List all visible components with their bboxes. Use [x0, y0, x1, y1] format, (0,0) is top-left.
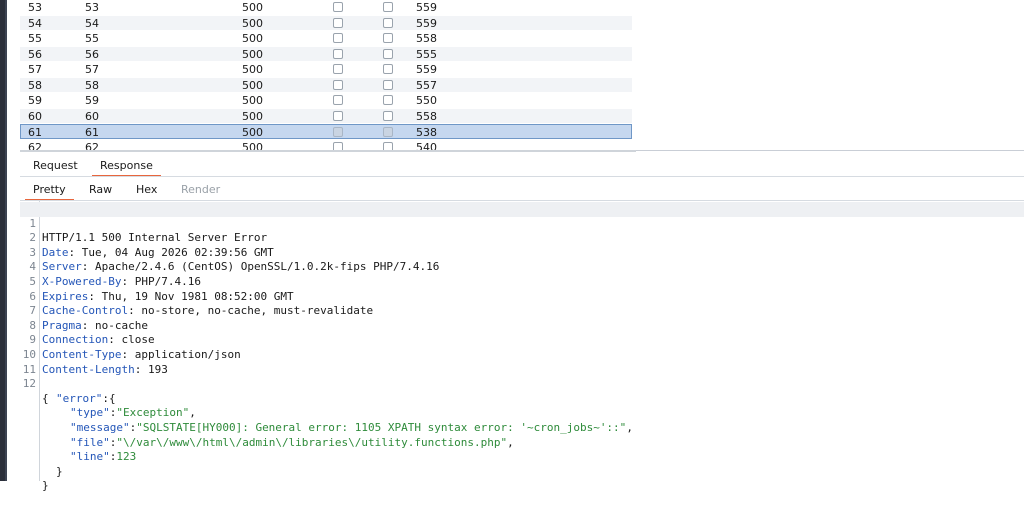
table-row[interactable]: 59 59 500 550 — [20, 93, 632, 108]
request-response-tabs: Request Response — [20, 156, 1024, 177]
code-line: 4 X-Powered-By: PHP/7.4.16 — [20, 246, 1024, 288]
code-line: 3 Server: Apache/2.4.6 (CentOS) OpenSSL/… — [20, 231, 1024, 274]
row-payload: 54 — [85, 16, 99, 30]
code-line: 2 Date: Tue, 04 Aug 2026 02:39:56 GMT — [20, 217, 1024, 259]
code-line: 12 { — [20, 363, 1024, 405]
row-index: 55 — [28, 32, 42, 45]
tab-render[interactable]: Render — [181, 180, 220, 200]
code-line: 7 Pragma: no-cache — [20, 290, 1024, 332]
row-status: 500 — [242, 47, 263, 61]
row-length: 538 — [416, 126, 437, 139]
row-index: 59 — [28, 94, 42, 107]
tab-response[interactable]: Response — [92, 156, 161, 177]
row-payload: 60 — [85, 109, 99, 123]
row-index: 56 — [28, 47, 42, 61]
results-table[interactable]: 53 53 500 559 54 54 500 559 55 55 500 55… — [20, 0, 632, 150]
row-length: 555 — [416, 47, 437, 61]
json-outer-close: } — [42, 479, 49, 493]
table-row[interactable]: 57 57 500 559 — [20, 62, 632, 77]
row-index: 53 — [28, 1, 42, 14]
pane-divider[interactable] — [636, 150, 1024, 151]
code-line: 11 — [20, 348, 1024, 376]
row-length: 558 — [416, 109, 437, 123]
row-payload: 53 — [85, 1, 99, 14]
row-length: 558 — [416, 32, 437, 45]
row-status: 500 — [242, 109, 263, 123]
row-length: 557 — [416, 78, 437, 92]
row-status: 500 — [242, 16, 263, 30]
row-payload: 59 — [85, 94, 99, 107]
code-line: 9 Content-Type: application/json — [20, 319, 1024, 361]
row-payload: 62 — [85, 141, 99, 150]
table-row[interactable]: 54 54 500 559 — [20, 15, 632, 31]
tab-raw[interactable]: Raw — [89, 180, 112, 200]
row-status: 500 — [242, 78, 263, 92]
row-payload: 56 — [85, 47, 99, 61]
table-row[interactable]: 60 60 500 558 — [20, 108, 632, 124]
code-line: "error":{ — [20, 377, 1024, 405]
tab-request[interactable]: Request — [33, 156, 78, 176]
code-line: } — [20, 450, 1024, 478]
table-bottom-border — [20, 150, 636, 152]
code-line: "type":"Exception", — [70, 406, 196, 420]
row-status: 500 — [242, 94, 263, 107]
row-payload: 57 — [85, 63, 99, 76]
table-row[interactable]: 53 53 500 559 — [20, 0, 632, 15]
timeout-checkbox[interactable] — [383, 142, 393, 150]
code-line: "file":"\/var\/www\/html\/admin\/librari… — [70, 435, 514, 449]
row-status: 500 — [242, 141, 263, 150]
tabs-divider — [20, 176, 1024, 177]
table-row[interactable]: 58 58 500 557 — [20, 77, 632, 93]
row-length: 540 — [416, 141, 437, 150]
table-row-selected[interactable]: 61 61 500 538 — [20, 124, 632, 139]
code-line: 10 Content-Length: 193 — [20, 333, 1024, 376]
error-checkbox[interactable] — [333, 142, 343, 150]
row-payload: 55 — [85, 32, 99, 45]
row-index: 62 — [28, 141, 42, 150]
view-mode-tabs: Pretty Raw Hex Render — [20, 180, 1024, 201]
row-status: 500 — [242, 63, 263, 76]
row-status: 500 — [242, 32, 263, 45]
table-row[interactable]: 62 62 500 540 — [20, 140, 632, 150]
row-index: 60 — [28, 109, 42, 123]
row-length: 559 — [416, 63, 437, 76]
response-editor[interactable]: 1 HTTP/1.1 500 Internal Server Error 2 D… — [20, 201, 1024, 492]
code-line: "message":"SQLSTATE[HY000]: General erro… — [70, 420, 633, 434]
row-index: 54 — [28, 16, 42, 30]
row-index: 58 — [28, 78, 42, 92]
table-row[interactable]: 55 55 500 558 — [20, 31, 632, 46]
row-status: 500 — [242, 126, 263, 139]
row-index: 57 — [28, 63, 42, 76]
row-payload: 61 — [85, 126, 99, 139]
left-window-edge — [0, 0, 7, 481]
row-length: 550 — [416, 94, 437, 107]
code-line: 8 Connection: close — [20, 304, 1024, 347]
row-payload: 58 — [85, 78, 99, 92]
row-index: 61 — [28, 126, 42, 139]
row-length: 559 — [416, 1, 437, 14]
code-line: 1 HTTP/1.1 500 Internal Server Error — [20, 202, 1024, 244]
code-line: 6 Cache-Control: no-store, no-cache, mus… — [20, 275, 1024, 318]
tab-pretty[interactable]: Pretty — [25, 180, 74, 201]
row-status: 500 — [242, 1, 263, 14]
code-line: "line":123 — [70, 450, 137, 464]
row-length: 559 — [416, 16, 437, 30]
tab-hex[interactable]: Hex — [136, 180, 157, 200]
code-line: 5 Expires: Thu, 19 Nov 1981 08:52:00 GMT — [20, 260, 1024, 303]
table-row[interactable]: 56 56 500 555 — [20, 46, 632, 62]
code-line: } — [20, 465, 1024, 492]
